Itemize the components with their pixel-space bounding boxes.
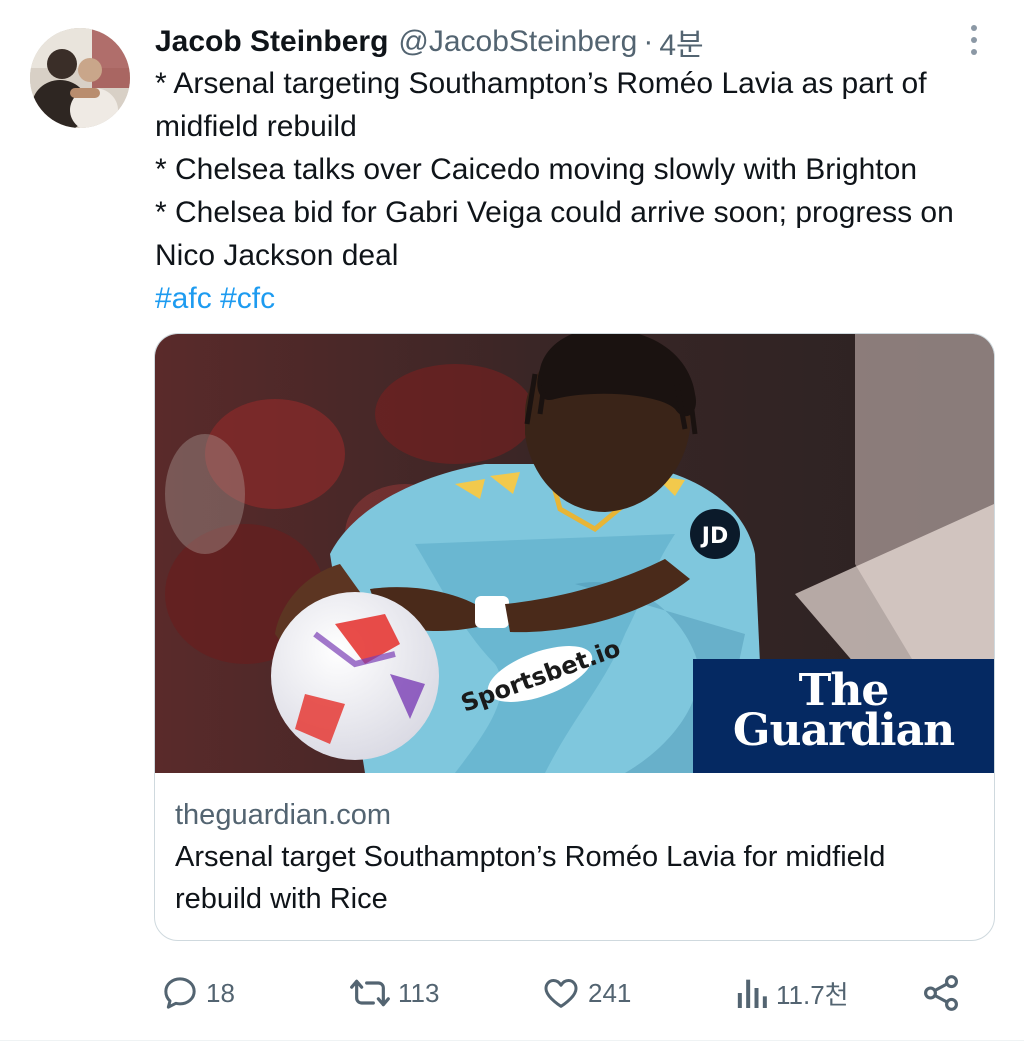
more-vertical-icon[interactable] [956,20,992,60]
tweet[interactable]: Jacob Steinberg @JacobSteinberg · 4분 * A… [0,0,1024,1045]
views-button[interactable]: 11.7천 [734,968,849,1018]
tweet-header: Jacob Steinberg @JacobSteinberg · 4분 [155,22,704,62]
action-bar: 18 113 241 11.7천 [0,968,1024,1018]
hashtags: #afc #cfc [155,277,995,320]
author-display-name[interactable]: Jacob Steinberg [155,25,388,59]
tweet-line: * Arsenal targeting Southampton’s Roméo … [155,67,927,143]
share-icon [924,975,958,1011]
post-time[interactable]: 4분 [659,20,703,64]
tweet-text: * Arsenal targeting Southampton’s Roméo … [155,62,995,320]
hashtag-cfc[interactable]: #cfc [220,282,275,315]
views-chart-icon [737,979,767,1008]
reply-button[interactable]: 18 [160,968,235,1018]
card-image[interactable]: JD Sportsbet.io The Guardian [155,334,994,773]
share-button[interactable] [920,968,962,1018]
divider [0,1040,1024,1041]
link-card[interactable]: JD Sportsbet.io The Guardian theguardian… [154,333,995,941]
reply-icon [164,977,196,1009]
like-count: 241 [588,977,632,1008]
author-handle[interactable]: @JacobSteinberg [398,25,637,59]
tweet-line: * Chelsea bid for Gabri Veiga could arri… [155,196,954,272]
heart-icon [544,979,578,1008]
more-dot [971,25,977,31]
card-title: Arsenal target Southampton’s Roméo Lavia… [175,841,886,915]
repost-button[interactable]: 113 [348,968,439,1018]
tweet-line: * Chelsea talks over Caicedo moving slow… [155,153,918,186]
like-button[interactable]: 241 [540,968,631,1018]
card-domain: theguardian.com [175,799,392,831]
hashtag-afc[interactable]: #afc [155,282,212,315]
avatar[interactable] [30,28,130,128]
repost-count: 113 [398,977,440,1008]
separator-dot: · [643,25,654,58]
card-body[interactable]: theguardian.com Arsenal target Southampt… [175,794,975,920]
repost-icon [350,979,390,1007]
svg-text:JD: JD [700,524,728,549]
guardian-logo: The Guardian [693,659,994,773]
guardian-logo-line2: Guardian [732,705,955,756]
more-dot [971,49,977,55]
avatar-photo [30,28,130,128]
views-count: 11.7천 [776,979,849,1010]
reply-count: 18 [206,977,235,1008]
more-dot [971,37,977,43]
